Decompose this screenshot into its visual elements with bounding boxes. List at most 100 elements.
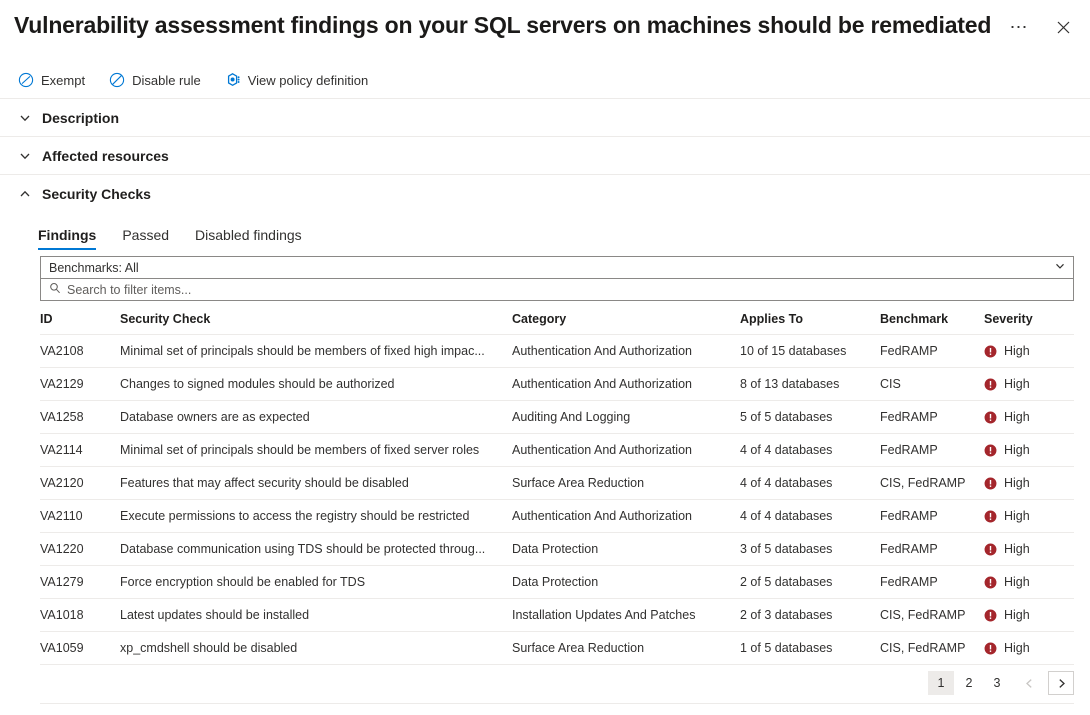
- cell-category: Data Protection: [512, 533, 740, 566]
- cell-severity: High: [984, 599, 1074, 632]
- severity-label: High: [1004, 509, 1030, 523]
- tab-disabled-findings[interactable]: Disabled findings: [195, 227, 302, 250]
- chevron-down-icon: [1054, 260, 1066, 275]
- cell-benchmark: FedRAMP: [880, 533, 984, 566]
- cell-benchmark: FedRAMP: [880, 434, 984, 467]
- cell-benchmark: FedRAMP: [880, 566, 984, 599]
- severity-high-icon: [984, 411, 997, 424]
- cell-id: VA2108: [40, 335, 120, 368]
- cell-category: Surface Area Reduction: [512, 467, 740, 500]
- section-description-header[interactable]: Description: [0, 99, 1090, 136]
- column-header-category[interactable]: Category: [512, 312, 740, 335]
- severity-high-icon: [984, 510, 997, 523]
- cell-benchmark: CIS: [880, 368, 984, 401]
- cell-benchmark: FedRAMP: [880, 335, 984, 368]
- cell-security-check: Minimal set of principals should be memb…: [120, 434, 512, 467]
- cell-id: VA1059: [40, 632, 120, 665]
- severity-label: High: [1004, 443, 1030, 457]
- cell-benchmark: CIS, FedRAMP: [880, 467, 984, 500]
- table-row[interactable]: VA1258Database owners are as expectedAud…: [40, 401, 1074, 434]
- command-bar: Exempt Disable rule View policy definiti…: [0, 62, 1090, 98]
- cell-security-check: xp_cmdshell should be disabled: [120, 632, 512, 665]
- cell-applies-to: 4 of 4 databases: [740, 434, 880, 467]
- section-affected-resources-title: Affected resources: [42, 148, 169, 164]
- severity-high-icon: [984, 642, 997, 655]
- cell-benchmark: FedRAMP: [880, 401, 984, 434]
- table-header-row: ID Security Check Category Applies To Be…: [40, 312, 1074, 335]
- page-1-button[interactable]: 1: [928, 671, 954, 695]
- column-header-severity[interactable]: Severity: [984, 312, 1074, 335]
- cell-severity: High: [984, 566, 1074, 599]
- cell-applies-to: 1 of 5 databases: [740, 632, 880, 665]
- cell-applies-to: 3 of 5 databases: [740, 533, 880, 566]
- column-header-applies-to[interactable]: Applies To: [740, 312, 880, 335]
- severity-high-icon: [984, 444, 997, 457]
- search-filter-box[interactable]: Search to filter items...: [40, 279, 1074, 301]
- cell-benchmark: CIS, FedRAMP: [880, 599, 984, 632]
- view-policy-definition-button[interactable]: View policy definition: [223, 66, 370, 94]
- table-row[interactable]: VA1018Latest updates should be installed…: [40, 599, 1074, 632]
- severity-high-icon: [984, 345, 997, 358]
- close-button[interactable]: [1050, 14, 1076, 40]
- tab-passed[interactable]: Passed: [122, 227, 169, 250]
- security-checks-tabs: Findings Passed Disabled findings: [0, 214, 1090, 250]
- section-affected-resources: Affected resources: [0, 136, 1090, 174]
- table-row[interactable]: VA2120Features that may affect security …: [40, 467, 1074, 500]
- section-security-checks-header[interactable]: Security Checks: [0, 175, 1090, 212]
- cell-id: VA2110: [40, 500, 120, 533]
- cell-category: Surface Area Reduction: [512, 632, 740, 665]
- cell-severity: High: [984, 467, 1074, 500]
- table-row[interactable]: VA2129Changes to signed modules should b…: [40, 368, 1074, 401]
- tab-findings[interactable]: Findings: [38, 227, 96, 250]
- section-security-checks: Security Checks Findings Passed Disabled…: [0, 174, 1090, 704]
- column-header-id[interactable]: ID: [40, 312, 120, 335]
- cell-applies-to: 8 of 13 databases: [740, 368, 880, 401]
- page-2-button[interactable]: 2: [956, 671, 982, 695]
- cell-id: VA1258: [40, 401, 120, 434]
- next-page-button[interactable]: [1048, 671, 1074, 695]
- chevron-down-icon: [18, 111, 32, 125]
- cell-id: VA1220: [40, 533, 120, 566]
- table-row[interactable]: VA2114Minimal set of principals should b…: [40, 434, 1074, 467]
- more-options-button[interactable]: ⋯: [1006, 14, 1032, 40]
- cell-security-check: Force encryption should be enabled for T…: [120, 566, 512, 599]
- cell-security-check: Latest updates should be installed: [120, 599, 512, 632]
- table-row[interactable]: VA1059xp_cmdshell should be disabledSurf…: [40, 632, 1074, 665]
- close-icon: [1057, 21, 1070, 34]
- column-header-security-check[interactable]: Security Check: [120, 312, 512, 335]
- cell-benchmark: CIS, FedRAMP: [880, 632, 984, 665]
- page-3-button[interactable]: 3: [984, 671, 1010, 695]
- search-input[interactable]: Search to filter items...: [67, 283, 191, 297]
- policy-icon: [225, 72, 241, 88]
- disable-rule-button[interactable]: Disable rule: [107, 66, 203, 94]
- table-row[interactable]: VA1220Database communication using TDS s…: [40, 533, 1074, 566]
- chevron-left-icon: [1024, 678, 1035, 689]
- cell-id: VA2120: [40, 467, 120, 500]
- search-icon: [49, 282, 61, 297]
- benchmarks-select[interactable]: Benchmarks: All: [40, 256, 1074, 279]
- table-row[interactable]: VA2108Minimal set of principals should b…: [40, 335, 1074, 368]
- cell-applies-to: 10 of 15 databases: [740, 335, 880, 368]
- cell-severity: High: [984, 368, 1074, 401]
- section-affected-resources-header[interactable]: Affected resources: [0, 137, 1090, 174]
- table-row[interactable]: VA1279Force encryption should be enabled…: [40, 566, 1074, 599]
- cell-category: Authentication And Authorization: [512, 368, 740, 401]
- severity-high-icon: [984, 576, 997, 589]
- ellipsis-icon: ⋯: [1010, 23, 1029, 31]
- severity-label: High: [1004, 575, 1030, 589]
- cell-security-check: Minimal set of principals should be memb…: [120, 335, 512, 368]
- cell-applies-to: 2 of 3 databases: [740, 599, 880, 632]
- cell-category: Auditing And Logging: [512, 401, 740, 434]
- cell-id: VA2129: [40, 368, 120, 401]
- chevron-up-icon: [18, 187, 32, 201]
- cell-applies-to: 2 of 5 databases: [740, 566, 880, 599]
- section-description: Description: [0, 98, 1090, 136]
- column-header-benchmark[interactable]: Benchmark: [880, 312, 984, 335]
- chevron-right-icon: [1056, 678, 1067, 689]
- previous-page-button: [1016, 671, 1042, 695]
- exempt-button[interactable]: Exempt: [16, 66, 87, 94]
- cell-benchmark: FedRAMP: [880, 500, 984, 533]
- cell-severity: High: [984, 401, 1074, 434]
- cell-security-check: Database owners are as expected: [120, 401, 512, 434]
- table-row[interactable]: VA2110Execute permissions to access the …: [40, 500, 1074, 533]
